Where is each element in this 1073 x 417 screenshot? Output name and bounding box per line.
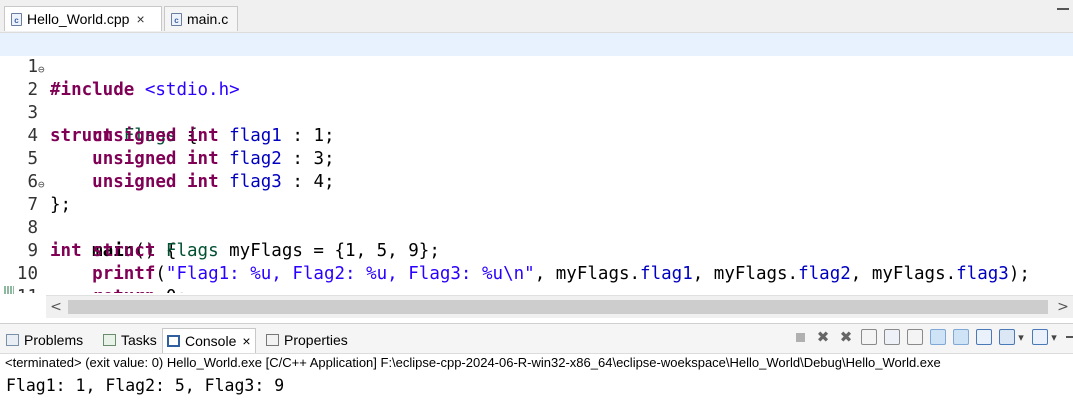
code-line: 6 }; — [0, 148, 1073, 215]
clear-console-icon[interactable] — [861, 329, 877, 345]
problems-icon — [6, 334, 19, 346]
tab-console[interactable]: Console × — [162, 328, 256, 353]
word-wrap-icon[interactable] — [907, 329, 923, 345]
code-line: 9 printf("Flag1: %u, Flag2: %u, Flag3: %… — [0, 217, 1073, 284]
open-console-icon[interactable] — [1032, 329, 1048, 345]
tab-label: Problems — [24, 332, 84, 348]
code-line: 12 — [0, 286, 1073, 293]
fold-collapse-icon[interactable]: ⊖ — [38, 173, 45, 196]
chevron-down-icon[interactable]: ▾ — [1050, 329, 1058, 345]
code-line: 3 unsigned int flag1 : 1; — [0, 79, 1073, 146]
maximize-icon[interactable] — [1057, 8, 1069, 10]
minimize-icon[interactable] — [1065, 329, 1073, 345]
code-line: 11 } — [0, 263, 1073, 293]
editor-tab-main-c[interactable]: c main.c — [164, 6, 238, 31]
code-line: 2 ⊖ struct Flags { — [0, 56, 1073, 146]
editor-tab-label: Hello_World.cpp — [27, 11, 130, 27]
remove-all-icon[interactable]: ✖ — [838, 328, 854, 346]
console-icon — [167, 335, 180, 347]
show-stderr-icon[interactable] — [953, 329, 969, 345]
scroll-right-icon[interactable]: > — [1053, 296, 1073, 318]
console-toolbar: ✖ ✖ ▾ ▾ — [785, 326, 1073, 348]
show-stdout-icon[interactable] — [930, 329, 946, 345]
code-line: 7 ⊖ int main() { — [0, 171, 1073, 261]
cpp-file-icon: c — [11, 12, 22, 26]
code-line: 4 unsigned int flag2 : 3; — [0, 102, 1073, 169]
code-editor[interactable]: 1 #include <stdio.h> 2 ⊖ struct Flags { … — [0, 33, 1073, 293]
code-line: 8 struct Flags myFlags = {1, 5, 9}; — [0, 194, 1073, 261]
tab-label: Console — [185, 333, 237, 349]
tab-tasks[interactable]: Tasks — [103, 328, 157, 352]
editor-tab-bar: c Hello_World.cpp × c main.c — [0, 0, 1073, 33]
scroll-left-icon[interactable]: < — [46, 296, 66, 318]
code-line: 1 #include <stdio.h> — [0, 33, 1073, 100]
tab-problems[interactable]: Problems — [6, 328, 83, 352]
scroll-thumb[interactable] — [68, 300, 1048, 314]
close-icon[interactable]: × — [136, 11, 144, 27]
chevron-down-icon[interactable]: ▾ — [1017, 329, 1025, 345]
fold-collapse-icon[interactable]: ⊖ — [38, 58, 45, 81]
editor-tab-hello-world-cpp[interactable]: c Hello_World.cpp × — [4, 6, 162, 31]
code-line: 5 unsigned int flag3 : 4; — [0, 125, 1073, 192]
scroll-lock-icon[interactable] — [884, 329, 900, 345]
editor-tab-label: main.c — [187, 11, 229, 27]
tasks-icon — [103, 334, 116, 346]
horizontal-scrollbar[interactable]: < > — [46, 295, 1073, 318]
console-output[interactable]: Flag1: 1, Flag2: 5, Flag3: 9 — [6, 374, 284, 398]
terminate-icon[interactable] — [792, 329, 808, 345]
close-icon[interactable]: × — [242, 333, 250, 349]
overview-ruler-marker-icon — [4, 286, 14, 294]
code-line: 10 return 0; — [0, 240, 1073, 293]
properties-icon — [266, 334, 279, 346]
display-console-icon[interactable] — [999, 329, 1015, 345]
tab-label: Properties — [284, 332, 348, 348]
tab-label: Tasks — [121, 332, 157, 348]
c-file-icon: c — [171, 12, 182, 26]
remove-launch-icon[interactable]: ✖ — [815, 328, 831, 346]
tab-properties[interactable]: Properties — [266, 328, 348, 352]
pin-console-icon[interactable] — [976, 329, 992, 345]
console-status-line: <terminated> (exit value: 0) Hello_World… — [5, 355, 941, 370]
